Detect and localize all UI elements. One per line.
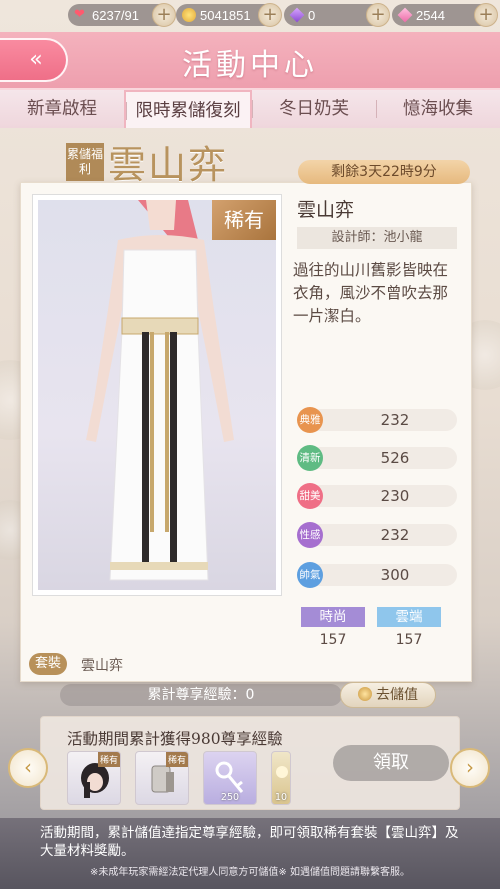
gold-value: 5041851 bbox=[200, 7, 251, 23]
stat-value-cool: 300 bbox=[380, 566, 410, 584]
stamina-value: 6237/91 bbox=[92, 7, 139, 23]
reward-panel: 活動期間累計獲得980尊享經驗 稀有 稀有 250 10 領取 bbox=[40, 716, 460, 810]
recharge-button-label: 去儲值 bbox=[376, 687, 418, 703]
stat-row-sexy: 性感 232 bbox=[297, 522, 457, 548]
item-quantity: 10 bbox=[274, 792, 288, 803]
tab-winter-cream[interactable]: 冬日奶芙 bbox=[252, 90, 376, 128]
tab-memory-collection[interactable]: 憶海收集 bbox=[376, 90, 500, 128]
add-gold-button[interactable]: + bbox=[258, 3, 282, 27]
gold-coin-icon bbox=[182, 8, 196, 22]
pink-gem-counter: 2544 + bbox=[392, 3, 498, 27]
coin-icon bbox=[358, 687, 372, 701]
style-tag-cloud: 雲端 bbox=[377, 607, 441, 627]
stat-badge-cool: 帥氣 bbox=[297, 562, 323, 588]
rarity-tag: 稀有 bbox=[212, 200, 276, 240]
stat-row-fresh: 清新 526 bbox=[297, 445, 457, 471]
suit-description: 過往的山川舊影皆映在衣角，風沙不曾吹去那一片潔白。 bbox=[293, 261, 449, 325]
stat-badge-sexy: 性感 bbox=[297, 522, 323, 548]
stat-badge-elegant: 典雅 bbox=[297, 407, 323, 433]
add-purple-gem-button[interactable]: + bbox=[366, 3, 390, 27]
stat-value-sexy: 232 bbox=[380, 526, 410, 544]
suit-card: 稀有 雲山弈 設計師：池小龍 過往的山川舊影皆映在衣角，風沙不曾吹去那一片潔白。… bbox=[20, 182, 472, 682]
stat-badge-fresh: 清新 bbox=[297, 445, 323, 471]
tab-new-chapter[interactable]: 新章啟程 bbox=[0, 90, 124, 128]
chevron-left-icon: ‹ bbox=[24, 755, 32, 779]
tab-bar: 新章啟程 限時累儲復刻 冬日奶芙 憶海收集 bbox=[0, 90, 500, 128]
add-pink-gem-button[interactable]: + bbox=[474, 3, 498, 27]
style-tag-fashion-value: 157 bbox=[319, 632, 347, 648]
footer: 活動期間，累計儲值達指定尊享經驗，即可領取稀有套裝【雲山弈】及大量材料獎勵。 ※… bbox=[0, 818, 500, 889]
claim-button[interactable]: 領取 bbox=[333, 745, 449, 781]
heart-icon: ❤ bbox=[74, 7, 85, 22]
set-tag: 套裝 bbox=[29, 653, 68, 675]
suit-name: 雲山弈 bbox=[297, 199, 355, 221]
stamina-counter: ❤ 6237/91 + bbox=[68, 3, 176, 27]
style-tag-cloud-value: 157 bbox=[395, 632, 423, 648]
pink-gem-value: 2544 bbox=[416, 7, 445, 23]
add-stamina-button[interactable]: + bbox=[152, 3, 176, 27]
designer-label: 設計師：池小龍 bbox=[297, 227, 457, 249]
reward-item[interactable]: 稀有 bbox=[67, 751, 121, 805]
set-name: 雲山弈 bbox=[81, 658, 123, 674]
stat-row-sweet: 甜美 230 bbox=[297, 483, 457, 509]
purple-gem-counter: 0 + bbox=[284, 3, 390, 27]
stat-value-fresh: 526 bbox=[380, 449, 410, 467]
purple-gem-value: 0 bbox=[308, 7, 316, 23]
reward-title: 活動期間累計獲得980尊享經驗 bbox=[67, 730, 283, 748]
item-quantity: 250 bbox=[220, 792, 240, 803]
character-illustration bbox=[86, 200, 234, 581]
header: « 活動中心 bbox=[0, 32, 500, 90]
welfare-badge: 累儲福利 bbox=[66, 143, 104, 181]
reward-item[interactable]: 10 bbox=[271, 751, 291, 805]
reward-item[interactable]: 稀有 bbox=[135, 751, 189, 805]
suit-title: 雲山弈 bbox=[108, 143, 229, 187]
style-tag-fashion: 時尚 bbox=[301, 607, 365, 627]
stat-row-elegant: 典雅 232 bbox=[297, 407, 457, 433]
stat-value-sweet: 230 bbox=[380, 487, 410, 505]
minor-notice: ※未成年玩家需經法定代理人同意方可儲值※ 如遇儲值問題請聯繫客服。 bbox=[90, 867, 410, 878]
tab-limited-recharge-rerun[interactable]: 限時累儲復刻 bbox=[124, 90, 252, 128]
pink-diamond-icon bbox=[397, 7, 413, 23]
suit-preview-image: 稀有 bbox=[33, 195, 281, 595]
purple-diamond-icon bbox=[289, 7, 305, 23]
next-reward-button[interactable]: › bbox=[450, 748, 490, 788]
stat-row-cool: 帥氣 300 bbox=[297, 562, 457, 588]
event-rules: 活動期間，累計儲值達指定尊享經驗，即可領取稀有套裝【雲山弈】及大量材料獎勵。 bbox=[40, 825, 459, 859]
countdown-timer: 剩餘3天22時9分 bbox=[298, 160, 470, 184]
previous-reward-button[interactable]: ‹ bbox=[8, 748, 48, 788]
page-title: 活動中心 bbox=[182, 48, 318, 83]
chevron-right-icon: › bbox=[466, 755, 474, 779]
recharge-button[interactable]: 去儲值 bbox=[340, 682, 436, 708]
stat-value-elegant: 232 bbox=[380, 411, 410, 429]
resource-bar: ❤ 6237/91 + 5041851 + 0 + 2544 + bbox=[0, 0, 500, 30]
rare-badge: 稀有 bbox=[97, 752, 120, 767]
gold-counter: 5041851 + bbox=[176, 3, 282, 27]
reward-item[interactable]: 250 bbox=[203, 751, 257, 805]
stat-badge-sweet: 甜美 bbox=[297, 483, 323, 509]
rare-badge: 稀有 bbox=[165, 752, 188, 767]
accumulated-exp: 累計尊享經驗：0 bbox=[60, 684, 342, 706]
